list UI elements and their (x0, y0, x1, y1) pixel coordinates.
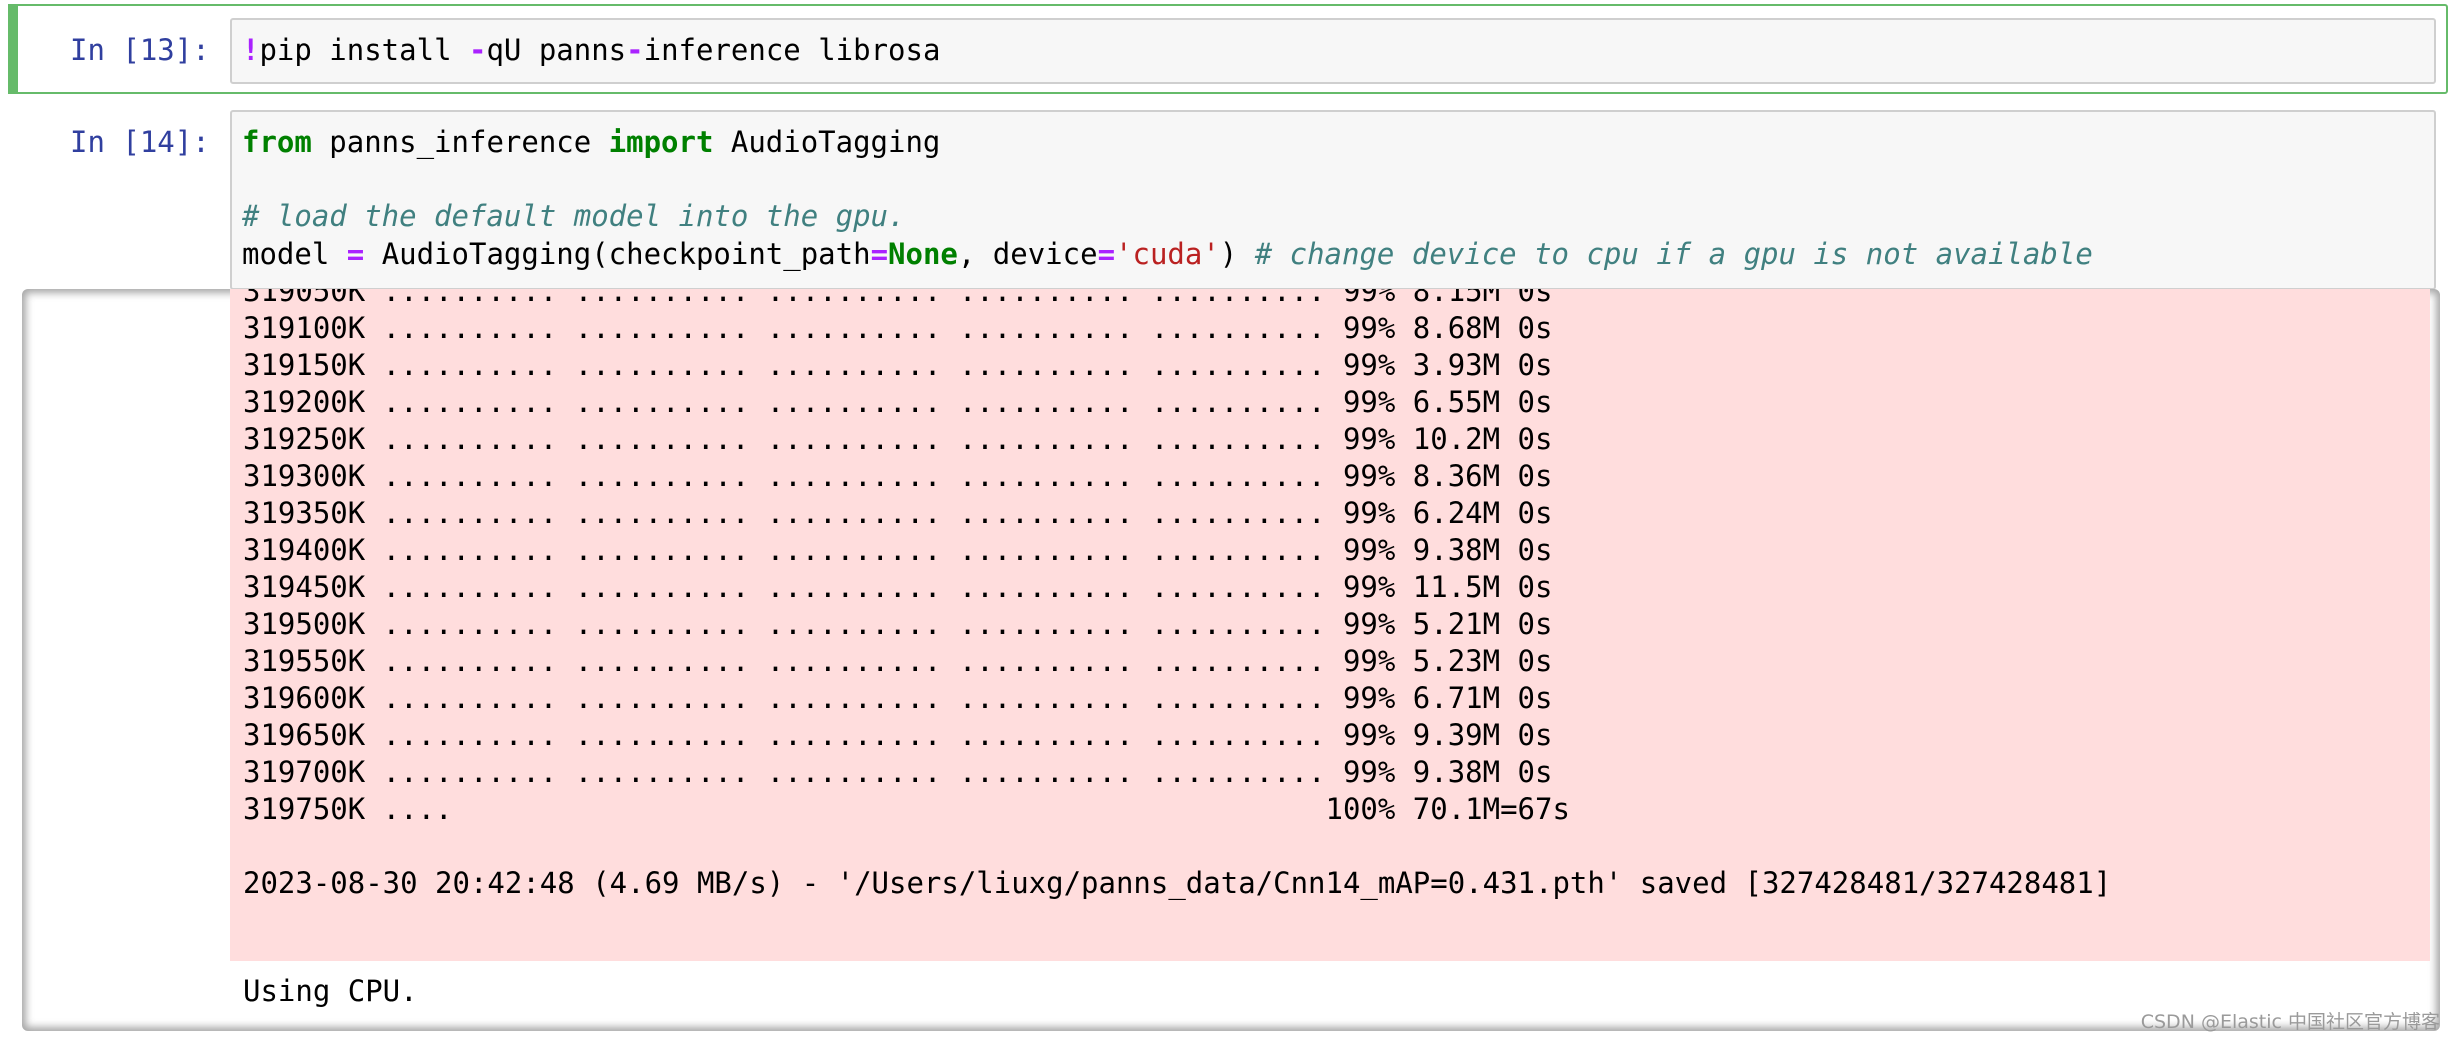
stderr-line: 319550K .......... .......... ..........… (243, 644, 1553, 678)
stderr-line: 319200K .......... .......... ..........… (243, 385, 1553, 419)
stderr-line: 319450K .......... .......... ..........… (243, 570, 1553, 604)
code-text: , device (957, 237, 1098, 271)
stdout-output: Using CPU. (243, 974, 418, 1008)
cell-13-prompt: In [13]: (70, 33, 210, 67)
code-text: AudioTagging(checkpoint_path (364, 237, 871, 271)
stderr-line: 319250K .......... .......... ..........… (243, 422, 1553, 456)
stderr-line: 319050K .......... .......... ..........… (243, 289, 1553, 308)
equals-operator: = (1097, 237, 1116, 271)
keyword-from: from (242, 125, 312, 159)
equals-operator: = (870, 237, 889, 271)
stderr-line: 319350K .......... .......... ..........… (243, 496, 1553, 530)
module-name: panns_inference (311, 125, 609, 159)
cell-13-code-line: !pip install -qU panns-inference librosa (242, 32, 940, 68)
stderr-line: 319500K .......... .......... ..........… (243, 607, 1553, 641)
stderr-line: 319150K .......... .......... ..........… (243, 348, 1553, 382)
stderr-saved-line: 2023-08-30 20:42:48 (4.69 MB/s) - '/User… (243, 866, 2112, 900)
stderr-output: 319050K .......... .......... ..........… (230, 289, 2430, 961)
string-literal: 'cuda' (1115, 237, 1220, 271)
stderr-line: 319700K .......... .......... ..........… (243, 755, 1553, 789)
class-name: AudioTagging (713, 125, 941, 159)
stderr-line: 319300K .......... .......... ..........… (243, 459, 1553, 493)
code-text: qU panns (486, 33, 627, 67)
watermark: CSDN @Elastic 中国社区官方博客 (2140, 1011, 2440, 1033)
code-text: model (242, 237, 347, 271)
stderr-line: 319750K .... 100% 70.1M=67s (243, 792, 1570, 826)
keyword-import: import (608, 125, 714, 159)
dash-operator: - (626, 33, 644, 67)
stderr-line: 319400K .......... .......... ..........… (243, 533, 1553, 567)
stderr-line: 319100K .......... .......... ..........… (243, 311, 1553, 345)
code-text: pip install (259, 33, 469, 67)
equals-operator: = (346, 237, 365, 271)
cell-14-comment-line: # load the default model into the gpu. (242, 199, 906, 233)
inline-comment: # change device to cpu if a gpu is not a… (1254, 237, 2093, 271)
code-text: inference librosa (643, 33, 941, 67)
bang-operator: ! (242, 33, 260, 67)
code-text: ) (1219, 237, 1255, 271)
stderr-line: 319650K .......... .......... ..........… (243, 718, 1553, 752)
dash-operator: - (468, 33, 487, 67)
cell-14-code-line-3: model = AudioTagging(checkpoint_path=Non… (242, 236, 2093, 272)
cell-14-code-line-1: from panns_inference import AudioTagging (242, 124, 940, 160)
selected-cell-indicator (8, 4, 18, 94)
cell-14-prompt: In [14]: (70, 125, 210, 159)
stderr-line: 319600K .......... .......... ..........… (243, 681, 1553, 715)
none-keyword: None (888, 237, 958, 271)
